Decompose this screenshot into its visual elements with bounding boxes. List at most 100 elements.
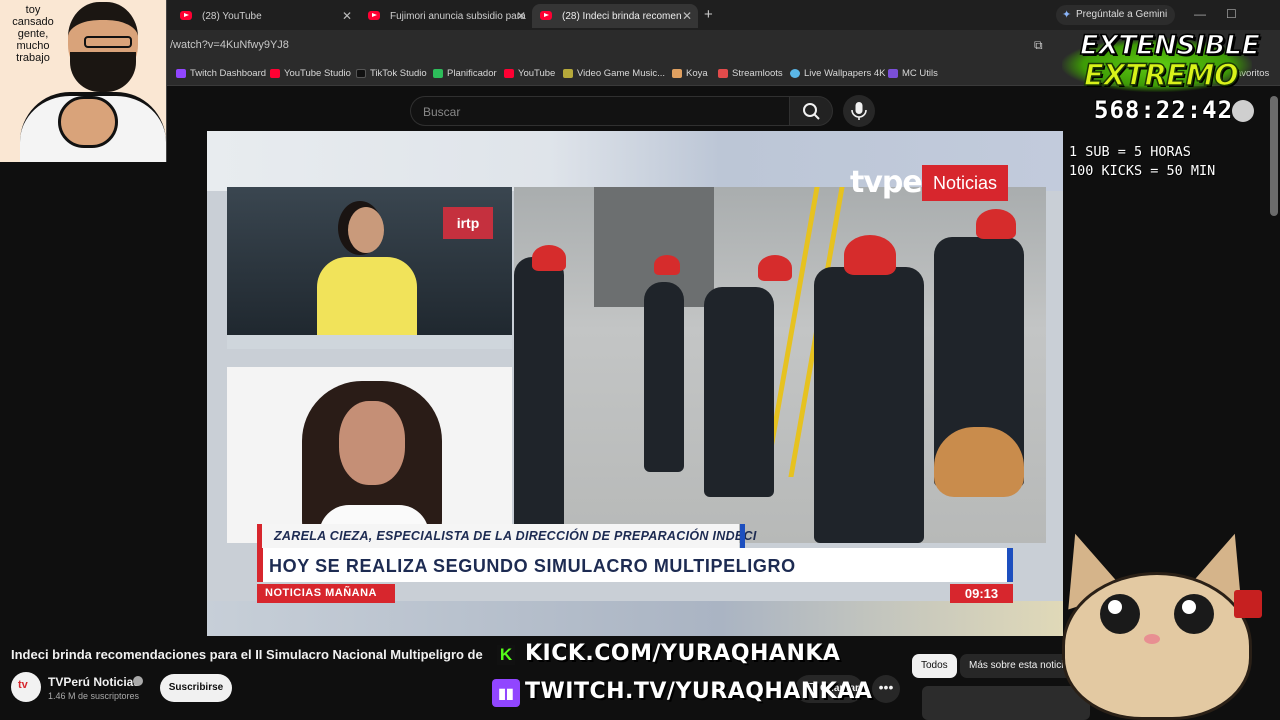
close-icon[interactable]: ✕: [342, 9, 352, 23]
broadcast-clock: 09:13: [950, 584, 1013, 603]
helmet: [976, 209, 1016, 239]
bookmark-tiktok-studio[interactable]: TikTok Studio: [356, 68, 427, 79]
bookmark-mc-utils[interactable]: MC Utils: [888, 68, 938, 79]
cat-head: [1062, 572, 1252, 720]
browser-tab-bar: (28) YouTube ✕ Fujimori anuncia subsidio…: [0, 0, 1280, 30]
youtube-icon: [504, 69, 514, 78]
streamer-beard: [70, 52, 136, 92]
kick-url: KICK.COM/YURAQHANKA: [525, 641, 841, 666]
bookmark-koya[interactable]: Koya: [672, 68, 708, 79]
lower-third-headline: HOY SE REALIZA SEGUNDO SIMULACRO MULTIPE…: [257, 548, 1013, 582]
voice-search-button[interactable]: [843, 95, 875, 127]
bookmark-video-game-music[interactable]: Video Game Music...: [563, 68, 665, 79]
bookmark-streamloots[interactable]: Streamloots: [718, 68, 783, 79]
irtp-logo: irtp: [443, 207, 493, 239]
rescuer-figure: [514, 257, 564, 543]
event-title-line1: EXTENSIBLE: [1079, 29, 1260, 62]
url-field[interactable]: /watch?v=4KuNfwy9YJ8: [170, 39, 289, 51]
cat-eye: [1174, 594, 1214, 634]
bookmark-youtube-studio[interactable]: YouTube Studio: [270, 68, 351, 79]
music-icon: [563, 69, 573, 78]
caption-accent: [740, 524, 745, 548]
subscribe-button[interactable]: Suscribirse: [160, 674, 232, 702]
close-icon[interactable]: ✕: [682, 9, 692, 23]
lower-background: [207, 601, 1063, 636]
channel-name[interactable]: TVPerú Noticias: [48, 675, 140, 689]
subathon-timer: 568:22:42: [1094, 96, 1234, 124]
tab-fujimori[interactable]: Fujimori anuncia subsidio para ✕: [360, 4, 532, 28]
koya-icon: [672, 69, 682, 78]
anchor-head: [348, 207, 384, 253]
tab-indeci-active[interactable]: (28) Indeci brinda recomen ✕: [532, 4, 698, 28]
bookmark-live-wallpapers[interactable]: Live Wallpapers 4K: [790, 68, 886, 79]
youtube-icon: [368, 11, 380, 20]
chip-todos[interactable]: Todos: [912, 654, 957, 678]
tab-label: (28) Indeci brinda recomen: [562, 10, 682, 22]
avatar-icon: [1232, 100, 1254, 122]
mc-utils-icon: [888, 69, 898, 78]
tab-youtube-home[interactable]: (28) YouTube ✕: [172, 4, 358, 28]
lower-third-name: ZARELA CIEZA, ESPECIALISTA DE LA DIRECCI…: [257, 524, 756, 548]
minimize-icon[interactable]: —: [1194, 7, 1206, 21]
streamer-glasses: [84, 36, 132, 48]
rescue-dog: [934, 427, 1024, 497]
bookmark-twitch-dashboard[interactable]: Twitch Dashboard: [176, 68, 266, 79]
channel-avatar[interactable]: [11, 672, 41, 702]
section-badge: NOTICIAS MAÑANA: [257, 584, 395, 603]
cast-icon[interactable]: ⧉: [1034, 38, 1043, 53]
notification-icon: [1234, 590, 1262, 618]
microphone-icon: [851, 102, 867, 120]
search-icon: [803, 103, 820, 120]
close-icon[interactable]: ✕: [516, 9, 526, 23]
tvpe-logo-text: tvpe: [850, 165, 923, 200]
helmet: [844, 235, 896, 275]
gemini-label: Pregúntale a Gemini: [1076, 9, 1168, 20]
streamer-webcam: toy cansado gente, mucho trabajo: [0, 0, 167, 162]
event-title-line2: EXTREMO: [1083, 57, 1239, 93]
subathon-rules: 1 SUB = 5 HORAS 100 KICKS = 50 MIN: [1069, 144, 1216, 179]
cat-mascot: [1046, 524, 1266, 720]
page-scrollbar[interactable]: [1270, 96, 1278, 216]
streamloots-icon: [718, 69, 728, 78]
tab-label: (28) YouTube: [202, 10, 262, 22]
webcam-caption: toy cansado gente, mucho trabajo: [12, 4, 54, 64]
maximize-icon[interactable]: ☐: [1226, 7, 1237, 21]
guest-face: [339, 401, 405, 485]
new-tab-icon[interactable]: +: [704, 6, 713, 23]
helmet: [532, 245, 566, 271]
search-button[interactable]: [789, 96, 833, 126]
gemini-icon: ✦: [1062, 9, 1072, 21]
helmet: [758, 255, 792, 281]
gemini-button[interactable]: ✦ Pregúntale a Gemini: [1056, 5, 1176, 25]
youtube-studio-icon: [270, 69, 280, 78]
cat-nose: [1144, 634, 1160, 644]
helmet: [654, 255, 680, 275]
kick-icon: K: [497, 645, 515, 665]
streamer-hand: [58, 96, 118, 148]
video-title: Indeci brinda recomendaciones para el II…: [11, 647, 483, 662]
screen: (28) YouTube ✕ Fujimori anuncia subsidio…: [0, 0, 1280, 720]
rescuer-figure: [814, 267, 924, 543]
youtube-icon: [540, 11, 552, 20]
rescuer-figure: [704, 287, 774, 497]
video-player[interactable]: irtp tvpe Noticias ZARELA CIEZA, ESPECIA…: [207, 131, 1063, 636]
search-input[interactable]: Buscar: [410, 96, 790, 126]
tiktok-icon: [356, 69, 366, 78]
verified-icon: [133, 676, 143, 686]
twitch-icon: ▮▮: [492, 679, 520, 707]
twitch-url: TWITCH.TV/YURAQHANKAA: [525, 679, 873, 704]
rescuer-figure: [644, 282, 684, 472]
guest-caption: ZARELA CIEZA, ESPECIALISTA DE LA DIRECCI…: [274, 529, 757, 543]
noticias-logo-text: Noticias: [922, 165, 1008, 201]
calendar-icon: [433, 69, 443, 78]
studio-desk: [227, 335, 512, 349]
bookmark-planificador[interactable]: Planificador: [433, 68, 497, 79]
subscriber-count: 1.46 M de suscriptores: [48, 691, 140, 701]
tab-label: Fujimori anuncia subsidio para: [390, 10, 526, 22]
studio-anchor-frame: irtp: [227, 187, 512, 349]
tvpe-noticias-logo: tvpe Noticias: [850, 163, 1008, 203]
extensible-extremo-logo: EXTENSIBLE EXTREMO: [1058, 29, 1261, 96]
guest-frame: [227, 367, 512, 543]
bookmark-youtube[interactable]: YouTube: [504, 68, 555, 79]
more-actions-button[interactable]: •••: [872, 675, 900, 703]
